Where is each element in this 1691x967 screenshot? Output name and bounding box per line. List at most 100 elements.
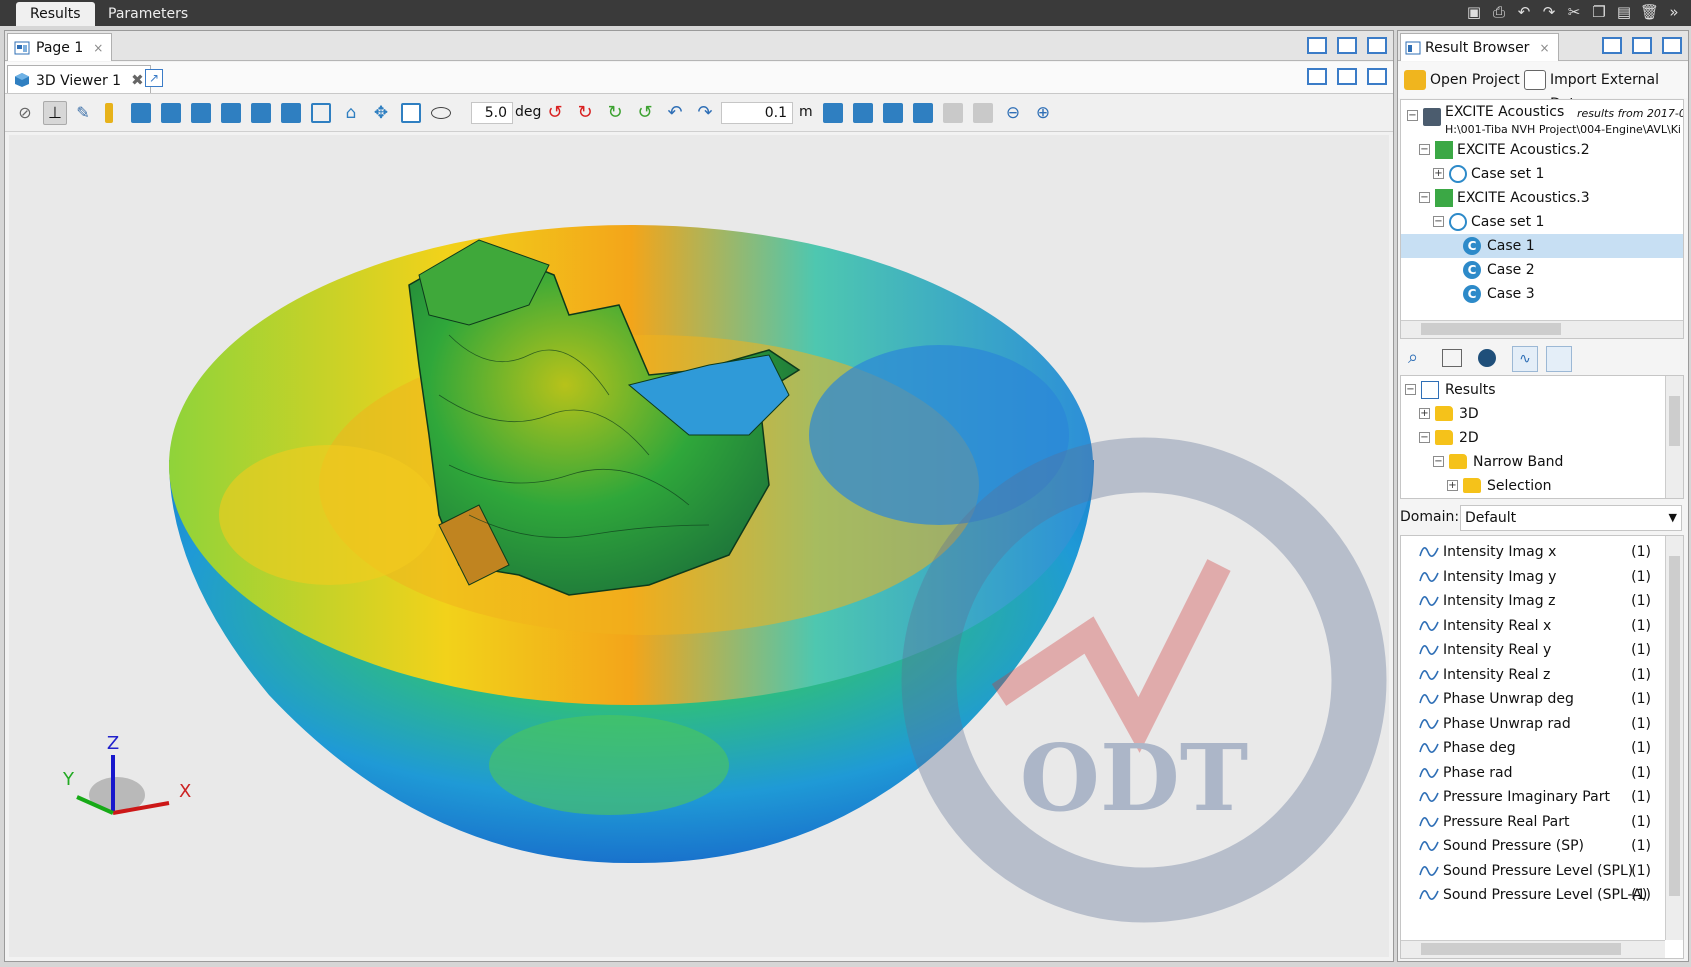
tab-page-1[interactable]: Page 1 ×	[7, 33, 113, 61]
project-tree-hscrollbar[interactable]	[1401, 320, 1683, 338]
undock-icon[interactable]: ↗	[145, 69, 163, 87]
expand-icon[interactable]: +	[1433, 168, 1444, 179]
expand-menu-icon[interactable]: »	[1665, 3, 1683, 21]
colorbar-icon[interactable]	[105, 103, 113, 123]
translation-step-input[interactable]: 0.1	[721, 102, 793, 124]
save-icon[interactable]: ▣	[1465, 3, 1483, 21]
collapse-icon[interactable]: −	[1419, 192, 1430, 203]
rotate-ccw-z-icon[interactable]: ↶	[665, 103, 685, 123]
result-item[interactable]: Intensity Real x (1)	[1401, 614, 1651, 638]
copy-icon[interactable]: ❐	[1590, 3, 1608, 21]
result-item[interactable]: Sound Pressure (SP) (1)	[1401, 834, 1651, 858]
3d-filter-icon[interactable]	[1478, 349, 1496, 367]
collapse-icon[interactable]: −	[1405, 384, 1416, 395]
hide-icon[interactable]: ⊘	[15, 103, 35, 123]
result-item[interactable]: Intensity Imag z (1)	[1401, 589, 1651, 613]
split-vertical-icon[interactable]	[1367, 68, 1387, 85]
split-vertical-icon[interactable]	[1337, 37, 1357, 54]
result-item[interactable]: Pressure Real Part (1)	[1401, 810, 1651, 834]
table-filter-icon[interactable]	[1442, 349, 1462, 367]
tree-node-case-2[interactable]: C Case 2	[1401, 258, 1683, 282]
cut-icon[interactable]: ✂	[1565, 3, 1583, 21]
result-item[interactable]: Phase Unwrap deg (1)	[1401, 687, 1651, 711]
result-item[interactable]: Pressure Imaginary Part (1)	[1401, 785, 1651, 809]
results-tree-vscrollbar[interactable]	[1665, 376, 1683, 498]
tab-3d-viewer-1[interactable]: 3D Viewer 1 ✖	[7, 65, 151, 93]
result-item[interactable]: Phase rad (1)	[1401, 761, 1651, 785]
view-front-icon[interactable]	[131, 103, 151, 123]
items-vscrollbar[interactable]	[1665, 536, 1683, 940]
scroll-thumb[interactable]	[1421, 943, 1621, 955]
rotate-cw-z-icon[interactable]: ↷	[695, 103, 715, 123]
split-vertical-icon[interactable]	[1632, 37, 1652, 54]
view-top-icon[interactable]	[251, 103, 271, 123]
view-left-icon[interactable]	[191, 103, 211, 123]
items-hscrollbar[interactable]	[1401, 940, 1665, 958]
result-item[interactable]: Intensity Real z (1)	[1401, 663, 1651, 687]
result-item[interactable]: Intensity Imag x (1)	[1401, 540, 1651, 564]
domain-select[interactable]: Default ▼	[1460, 505, 1682, 531]
split-horizontal-icon[interactable]	[1337, 68, 1357, 85]
close-icon[interactable]: ✖	[131, 71, 144, 89]
move-forward-icon[interactable]	[943, 103, 963, 123]
close-icon[interactable]: ×	[1539, 41, 1549, 55]
data-filter-icon[interactable]	[1546, 346, 1572, 372]
collapse-icon[interactable]: −	[1433, 456, 1444, 467]
tab-result-browser[interactable]: Result Browser ×	[1400, 33, 1559, 61]
import-external-data-button[interactable]: Import External Data	[1522, 68, 1688, 112]
scroll-thumb[interactable]	[1669, 556, 1680, 896]
collapse-icon[interactable]: −	[1433, 216, 1444, 227]
fit-view-icon[interactable]	[401, 103, 421, 123]
rotation-angle-input[interactable]: 5.0	[471, 102, 513, 124]
split-horizontal-icon[interactable]	[1602, 37, 1622, 54]
split-horizontal-icon[interactable]	[1307, 37, 1327, 54]
delete-icon[interactable]: 🗑	[1640, 3, 1659, 21]
view-iso-icon[interactable]	[311, 103, 331, 123]
print-icon[interactable]: ⎙	[1490, 3, 1508, 21]
maximize-icon[interactable]	[1662, 37, 1682, 54]
tree-node-case-1[interactable]: C Case 1	[1401, 234, 1683, 258]
redo-icon[interactable]: ↷	[1540, 3, 1558, 21]
result-item[interactable]: Intensity Real y (1)	[1401, 638, 1651, 662]
expand-icon[interactable]: +	[1447, 480, 1458, 491]
result-item[interactable]: Intensity Imag y (1)	[1401, 565, 1651, 589]
tree-node-case-3[interactable]: C Case 3	[1401, 282, 1683, 306]
move-up-icon[interactable]	[883, 103, 903, 123]
collapse-icon[interactable]: −	[1419, 432, 1430, 443]
collapse-icon[interactable]: −	[1419, 144, 1430, 155]
view-back-icon[interactable]	[161, 103, 181, 123]
move-left-icon[interactable]	[823, 103, 843, 123]
result-item[interactable]: Sound Pressure Level (SPL-A) (1)	[1401, 883, 1651, 907]
maximize-icon[interactable]	[1367, 37, 1387, 54]
zoom-in-icon[interactable]: ⊕	[1033, 103, 1053, 123]
result-item[interactable]: Phase deg (1)	[1401, 736, 1651, 760]
rotate-cw-x-icon[interactable]: ↻	[575, 103, 595, 123]
view-bottom-icon[interactable]	[281, 103, 301, 123]
tab-parameters[interactable]: Parameters	[94, 2, 202, 26]
rotate-ccw-y-icon[interactable]: ↻	[605, 103, 625, 123]
open-project-button[interactable]: Open Project	[1402, 68, 1520, 92]
paste-icon[interactable]: ▤	[1615, 3, 1633, 21]
search-icon[interactable]: ⌕	[1408, 347, 1418, 368]
pin-icon[interactable]: ✎	[73, 103, 93, 123]
3d-viewport[interactable]: ODT Z X Y	[9, 135, 1389, 957]
move-back-icon[interactable]	[973, 103, 993, 123]
maximize-icon[interactable]	[1307, 68, 1327, 85]
undo-icon[interactable]: ↶	[1515, 3, 1533, 21]
2d-curve-filter-icon[interactable]: ∿	[1512, 346, 1538, 372]
axis-triad-icon[interactable]: ⊥	[43, 101, 67, 125]
move-right-icon[interactable]	[853, 103, 873, 123]
rotate-ccw-x-icon[interactable]: ↺	[545, 103, 565, 123]
result-item[interactable]: Phase Unwrap rad (1)	[1401, 712, 1651, 736]
scroll-thumb[interactable]	[1421, 323, 1561, 335]
scroll-thumb[interactable]	[1669, 396, 1680, 446]
home-view-icon[interactable]: ⌂	[341, 103, 361, 123]
center-view-icon[interactable]: ✥	[371, 103, 391, 123]
collapse-icon[interactable]: −	[1407, 110, 1418, 121]
move-down-icon[interactable]	[913, 103, 933, 123]
tab-results[interactable]: Results	[16, 2, 95, 26]
chevron-down-icon[interactable]: ▼	[1669, 506, 1677, 530]
result-item[interactable]: Sound Pressure Level (SPL) (1)	[1401, 859, 1651, 883]
close-icon[interactable]: ×	[93, 41, 103, 55]
view-right-icon[interactable]	[221, 103, 241, 123]
